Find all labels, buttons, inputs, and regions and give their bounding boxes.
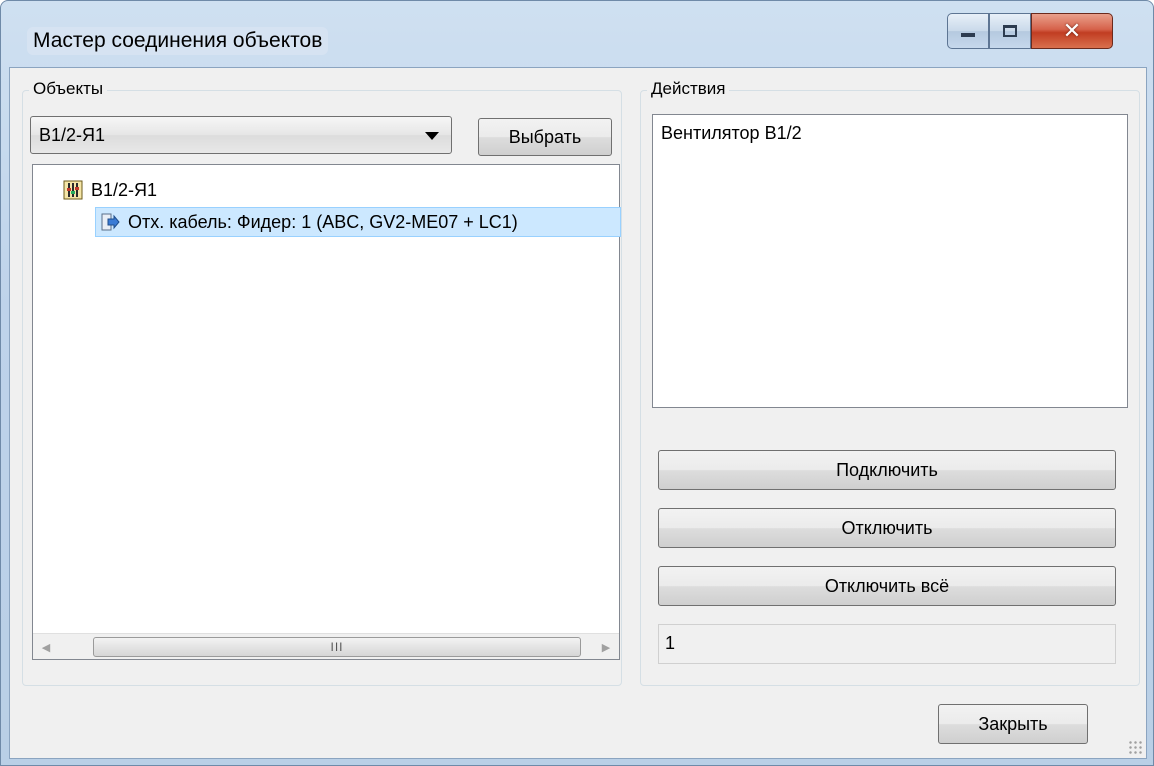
list-item[interactable]: Вентилятор В1/2	[661, 123, 802, 144]
minimize-icon	[961, 33, 975, 37]
count-field: 1	[658, 624, 1116, 664]
actions-group-label: Действия	[647, 79, 730, 99]
objects-group-label: Объекты	[29, 79, 108, 99]
object-combobox-value: В1/2-Я1	[39, 125, 106, 145]
scroll-left-icon[interactable]: ◀	[33, 634, 59, 660]
close-button[interactable]: Закрыть	[938, 704, 1088, 744]
disconnect-all-button[interactable]: Отключить всё	[658, 566, 1116, 606]
disconnect-button[interactable]: Отключить	[658, 508, 1116, 548]
actions-listbox[interactable]: Вентилятор В1/2	[652, 114, 1128, 408]
connect-button[interactable]: Подключить	[658, 450, 1116, 490]
dialog-client-area: Объекты В1/2-Я1 Выбрать В1/2-Я1 Отх. каб…	[9, 67, 1147, 759]
title-bar[interactable]: Мастер соединения объектов ✕	[1, 1, 1153, 67]
horizontal-scrollbar[interactable]: ◀ III ▶	[33, 633, 619, 659]
count-field-value: 1	[665, 633, 676, 653]
minimize-button[interactable]	[947, 13, 989, 49]
object-combobox[interactable]: В1/2-Я1	[30, 116, 452, 154]
window-title: Мастер соединения объектов	[27, 27, 329, 55]
objects-tree[interactable]: В1/2-Я1 Отх. кабель: Фидер: 1 (ABC, GV2-…	[32, 164, 621, 660]
tree-node-root-label: В1/2-Я1	[91, 179, 158, 200]
scrollbar-thumb[interactable]: III	[93, 637, 581, 657]
tree-node-root[interactable]: В1/2-Я1	[59, 175, 157, 205]
switchboard-icon	[63, 180, 83, 200]
close-window-button[interactable]: ✕	[1031, 13, 1113, 49]
scroll-right-icon[interactable]: ▶	[593, 634, 619, 660]
dialog-window: Мастер соединения объектов ✕ Объекты В1/…	[0, 0, 1154, 766]
tree-node-cable[interactable]: Отх. кабель: Фидер: 1 (ABC, GV2-ME07 + L…	[95, 207, 621, 237]
cable-out-icon	[100, 212, 120, 232]
resize-grip-icon[interactable]	[1128, 740, 1142, 754]
chevron-down-icon[interactable]	[425, 132, 439, 140]
select-button[interactable]: Выбрать	[478, 118, 612, 156]
maximize-button[interactable]	[989, 13, 1031, 49]
close-icon: ✕	[1062, 18, 1082, 44]
maximize-icon	[1003, 25, 1017, 37]
tree-node-cable-label: Отх. кабель: Фидер: 1 (ABC, GV2-ME07 + L…	[128, 211, 518, 232]
scrollbar-grip: III	[330, 640, 344, 654]
